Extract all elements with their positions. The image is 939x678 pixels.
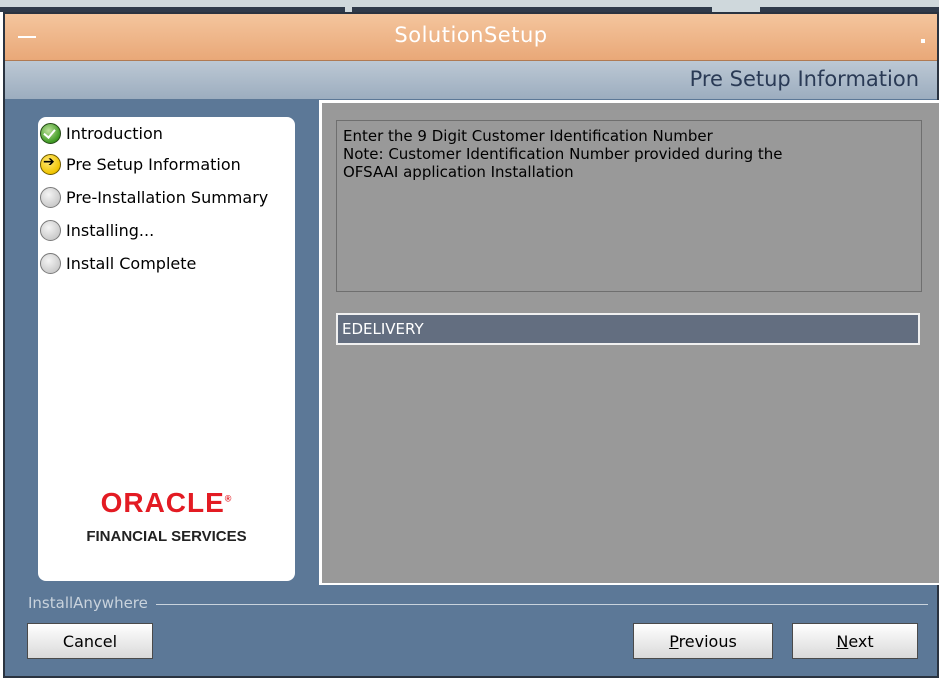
oracle-wordmark: ORACLE [100, 487, 225, 518]
instructions-box: Enter the 9 Digit Customer Identificatio… [336, 120, 922, 292]
step-label: Pre Setup Information [66, 154, 241, 174]
content-panel: Enter the 9 Digit Customer Identificatio… [319, 100, 939, 585]
oracle-subtitle: FINANCIAL SERVICES [86, 528, 247, 545]
step-installing: Installing... [40, 218, 154, 242]
dot-icon [921, 39, 925, 43]
title-bar[interactable]: SolutionSetup [5, 14, 937, 61]
registered-mark: ® [224, 493, 233, 504]
instruction-line: Enter the 9 Digit Customer Identificatio… [343, 127, 713, 145]
circle-icon [40, 219, 61, 241]
circle-icon [40, 186, 61, 208]
step-label: Pre-Installation Summary [66, 187, 269, 207]
footer-divider [28, 604, 928, 605]
arrow-circle-icon [40, 153, 61, 175]
step-label: Install Complete [66, 253, 197, 273]
installer-window: SolutionSetup Pre Setup Information Intr… [3, 12, 939, 678]
instruction-line: OFSAAI application Installation [343, 163, 574, 181]
desktop-top-strip [0, 0, 939, 12]
check-circle-icon [40, 122, 61, 144]
cancel-button[interactable]: Cancel [27, 623, 153, 659]
installer-brand-label: InstallAnywhere [28, 594, 156, 612]
previous-mnemonic: P [669, 632, 679, 651]
header-bar: Pre Setup Information [5, 61, 937, 99]
step-label: Installing... [66, 220, 155, 240]
circle-icon [40, 252, 61, 274]
window-title: SolutionSetup [394, 23, 548, 47]
steps-panel: Introduction Pre Setup Information Pre-I… [38, 117, 295, 581]
step-label: Introduction [66, 123, 163, 143]
next-label: ext [848, 632, 874, 651]
step-install-complete: Install Complete [40, 251, 196, 275]
previous-button[interactable]: Previous [633, 623, 773, 659]
next-mnemonic: N [836, 632, 849, 651]
step-pre-setup-information: Pre Setup Information [40, 152, 241, 176]
previous-label: revious [678, 632, 737, 651]
instruction-line: Note: Customer Identification Number pro… [343, 145, 783, 163]
step-pre-installation-summary: Pre-Installation Summary [40, 185, 268, 209]
customer-id-input[interactable]: EDELIVERY [336, 313, 920, 345]
oracle-logo: ORACLE® [38, 487, 295, 519]
step-introduction: Introduction [40, 121, 163, 145]
window-maximize-button[interactable] [912, 17, 934, 55]
page-title: Pre Setup Information [689, 67, 919, 91]
next-button[interactable]: Next [792, 623, 918, 659]
